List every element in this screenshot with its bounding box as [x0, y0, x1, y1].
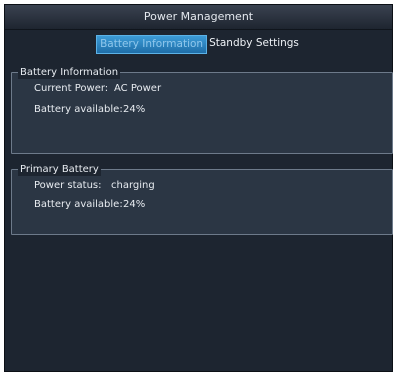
tab-standby-settings[interactable]: Standby Settings: [207, 35, 301, 52]
power-status-label: Power status:: [34, 180, 102, 191]
primary-battery-group: Primary Battery Power status: charging B…: [11, 164, 393, 235]
battery-information-title: Battery Information: [18, 67, 121, 79]
power-status-row: Power status: charging: [34, 180, 155, 191]
current-power-row: Current Power: AC Power: [34, 83, 161, 94]
current-power-value: AC Power: [114, 83, 162, 94]
battery-information-group: Battery Information Current Power: AC Po…: [11, 67, 393, 154]
tab-battery-information[interactable]: Battery Information: [96, 35, 208, 54]
current-power-label: Current Power:: [34, 83, 109, 94]
battery-available-row: Battery available: 24%: [34, 104, 145, 115]
primary-battery-available-value: 24%: [123, 199, 146, 210]
battery-available-label: Battery available:: [34, 104, 123, 115]
window-title: Power Management: [5, 5, 392, 30]
primary-battery-title: Primary Battery: [18, 164, 101, 176]
battery-available-value: 24%: [123, 104, 146, 115]
tab-bar: Battery Information Standby Settings: [5, 35, 392, 54]
primary-battery-available-row: Battery available: 24%: [34, 199, 145, 210]
primary-battery-available-label: Battery available:: [34, 199, 123, 210]
power-status-value: charging: [111, 180, 155, 191]
power-management-window: Power Management Battery Information Sta…: [4, 4, 393, 372]
